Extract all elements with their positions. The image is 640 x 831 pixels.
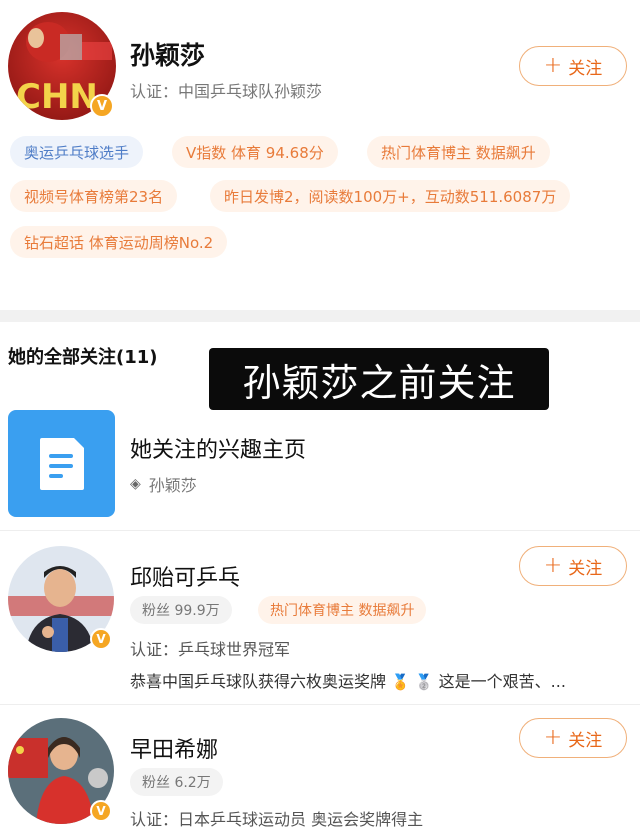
plus-icon: + [543,553,563,578]
user-description: 恭喜中国乒乓球队获得六枚奥运奖牌 🏅 🥈 这是一个艰苦、... [130,668,630,692]
overlay-caption: 孙颖莎之前关注 [209,348,549,410]
verified-badge-icon: V [90,800,112,822]
plus-icon: + [543,53,563,78]
silver-medal-icon: 🥈 [414,673,434,691]
fans-count: 粉丝 6.2万 [130,768,223,796]
row-divider [0,530,640,531]
profile-header: CHN V 孙颖莎 认证：中国乒乓球队孙颖莎 + 关注 奥运乒乓球选手 V指数 … [0,0,640,310]
tag-v-index[interactable]: V指数 体育 94.68分 [172,136,338,168]
description-text: 恭喜中国乒乓球队获得六枚奥运奖牌 [130,672,387,691]
follow-label: 关注 [568,730,603,751]
user-name[interactable]: 邱贻可乒乓 [130,560,240,592]
user-verification: 认证：日本乒乓球运动员 奥运会奖牌得主 [130,810,424,829]
document-icon [39,437,84,490]
user-verification: 认证：乒乓球世界冠军 [130,640,291,659]
tag-yesterday-stats[interactable]: 昨日发博2，阅读数100万+，互动数511.6087万 [210,180,571,212]
user-name[interactable]: 早田希娜 [130,732,218,764]
description-tail: 这是一个艰苦、... [438,672,566,691]
follow-button-hayata[interactable]: + 关注 [519,718,627,758]
tag-super-topic[interactable]: 钻石超话 体育运动周榜No.2 [10,226,228,258]
plus-icon: + [543,725,563,750]
follow-button[interactable]: + 关注 [519,46,627,86]
profile-verification: 认证：中国乒乓球队孙颖莎 [130,82,323,101]
tag-hot-blogger[interactable]: 热门体育博主 数据飙升 [258,596,427,624]
interest-page-title[interactable]: 她关注的兴趣主页 [130,432,306,464]
interest-page-icon[interactable] [8,410,115,517]
follow-label: 关注 [568,558,603,579]
user-avatar-hayata[interactable]: V [8,718,114,824]
follow-label: 关注 [568,58,603,79]
profile-avatar[interactable]: CHN V [8,12,116,120]
interest-page-subtitle: ◈ 孙颖莎 [130,472,197,496]
following-title: 她的全部关注(11) [8,347,158,368]
gold-medal-icon: 🏅 [391,673,410,691]
profile-name: 孙颖莎 [130,41,206,70]
tag-hot-blogger[interactable]: 热门体育博主 数据飙升 [367,136,550,168]
user-avatar-qiu[interactable]: V [8,546,114,652]
interest-owner: 孙颖莎 [148,476,197,495]
row-divider [0,704,640,705]
verified-badge-icon: V [90,628,112,650]
follow-button-qiu[interactable]: + 关注 [519,546,627,586]
fans-count: 粉丝 99.9万 [130,596,232,624]
verified-badge-icon: V [90,94,114,118]
diamond-icon: ◈ [130,476,141,492]
section-divider [0,310,640,322]
avatar-text: CHN [16,77,98,117]
tag-video-rank[interactable]: 视频号体育榜第23名 [10,180,178,212]
tag-olympic-player[interactable]: 奥运乒乓球选手 [10,136,144,168]
